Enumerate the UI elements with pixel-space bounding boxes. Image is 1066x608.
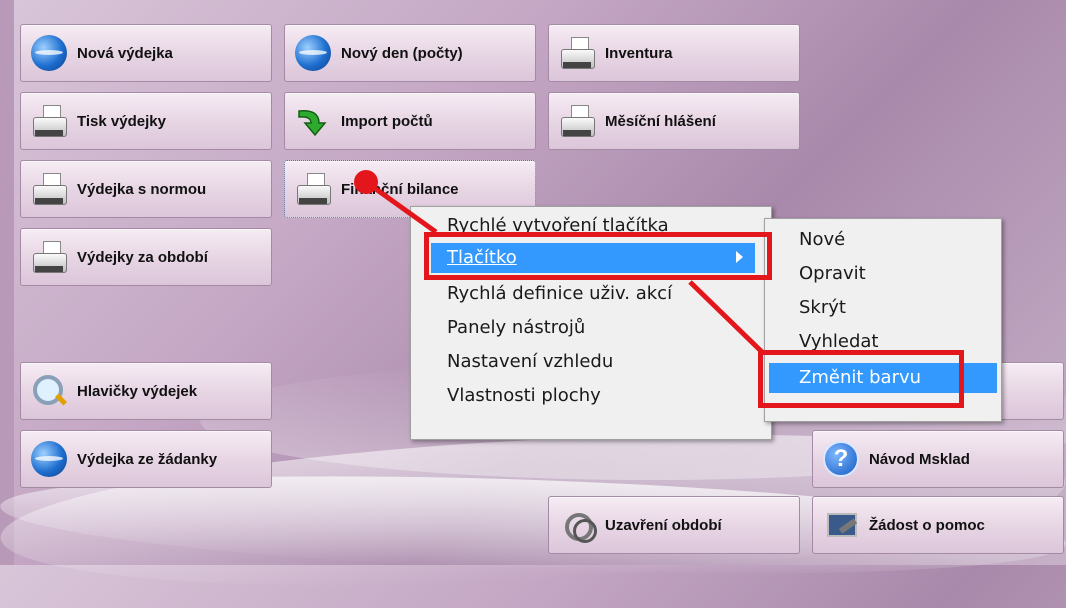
- annotation-arrow: [354, 170, 764, 354]
